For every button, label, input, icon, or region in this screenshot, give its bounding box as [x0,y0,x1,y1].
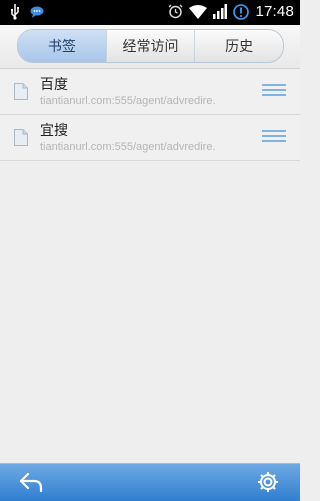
tab-history[interactable]: 历史 [194,30,283,62]
document-icon [14,129,28,150]
document-icon [14,83,28,104]
status-bar: 17:48 [0,0,300,25]
gear-icon[interactable] [256,470,280,498]
bookmark-title: 百度 [40,77,68,93]
segmented-tabs: 书签 经常访问 历史 [17,29,284,63]
bottom-toolbar [0,463,300,501]
tab-bookmarks[interactable]: 书签 [18,30,106,62]
signal-icon [213,4,228,19]
chat-icon [30,6,44,18]
alarm-icon [168,4,183,19]
bookmark-url: tiantianurl.com:555/agent/advredire. [40,141,216,153]
bookmark-title: 宜搜 [40,123,68,139]
sync-icon [233,3,250,20]
drag-handle-icon[interactable] [262,82,286,102]
wifi-icon [189,4,208,19]
bookmark-list: 百度 tiantianurl.com:555/agent/advredire. … [0,69,300,161]
bookmark-url: tiantianurl.com:555/agent/advredire. [40,95,216,107]
back-arrow-icon[interactable] [18,471,44,497]
tab-frequent[interactable]: 经常访问 [105,30,195,62]
list-item[interactable]: 宜搜 tiantianurl.com:555/agent/advredire. [0,115,300,161]
usb-icon [10,4,20,20]
tab-bar: 书签 经常访问 历史 [0,25,300,69]
drag-handle-icon[interactable] [262,128,286,148]
status-time: 17:48 [255,3,294,20]
list-item[interactable]: 百度 tiantianurl.com:555/agent/advredire. [0,69,300,115]
